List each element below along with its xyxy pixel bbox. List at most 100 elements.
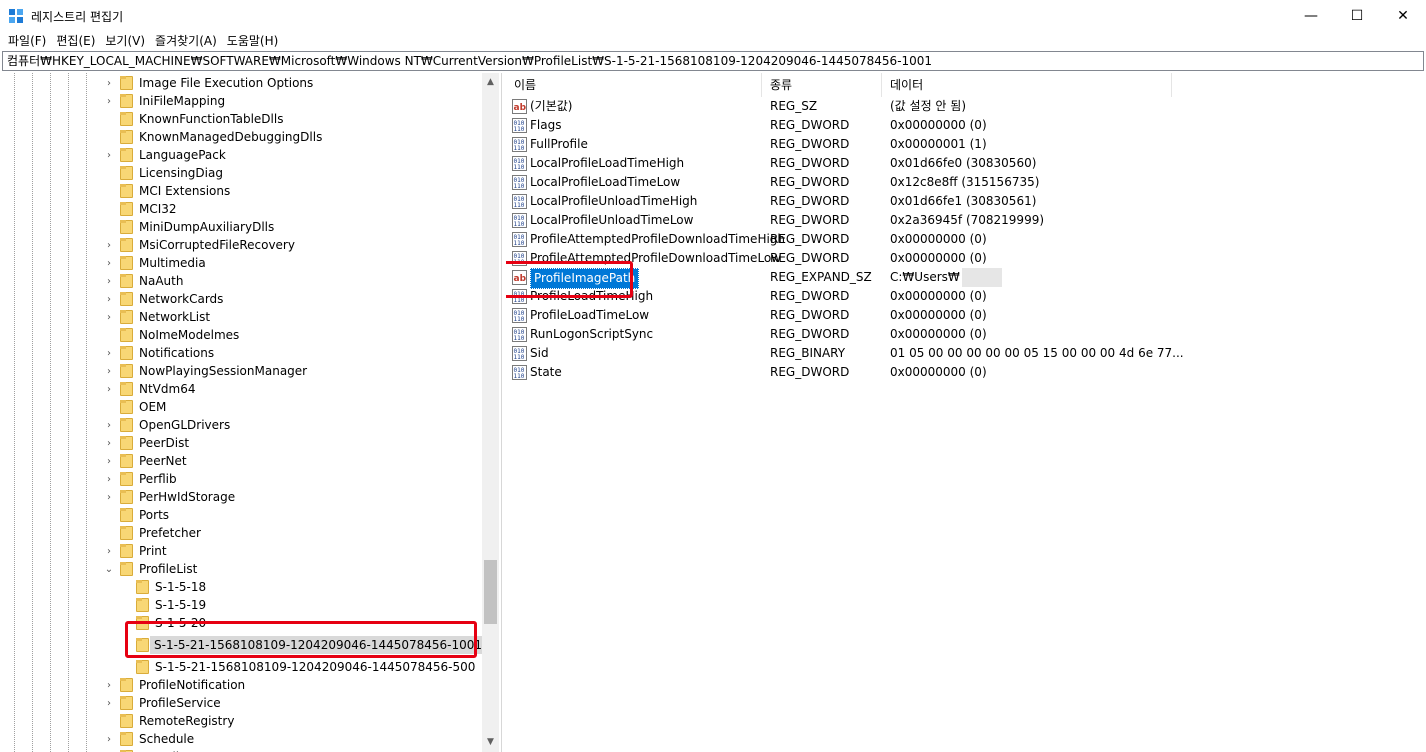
tree-item-label: ProfileNotification (139, 678, 246, 692)
svg-text:110: 110 (514, 373, 525, 380)
tree-item-label: S-1-5-21-1568108109-1204209046-144507845… (150, 636, 487, 654)
value-row[interactable]: 010 110 RunLogonScriptSync REG_DWORD 0x00000… (506, 325, 1426, 344)
expand-arrow-icon[interactable]: › (104, 290, 114, 308)
expand-arrow-icon[interactable]: › (104, 470, 114, 488)
address-bar[interactable]: 컴퓨터₩HKEY_LOCAL_MACHINE₩SOFTWARE₩Microsof… (2, 51, 1424, 71)
tree-item[interactable]: NoImeModelmes (0, 326, 480, 344)
expand-arrow-icon[interactable]: › (104, 488, 114, 506)
tree-item[interactable]: › NetworkCards (0, 290, 480, 308)
tree-item[interactable]: › MsiCorruptedFileRecovery (0, 236, 480, 254)
expand-arrow-icon[interactable]: › (104, 362, 114, 380)
tree-item[interactable]: › Perflib (0, 470, 480, 488)
tree-item[interactable]: › LanguagePack (0, 146, 480, 164)
tree-item-label: NtVdm64 (139, 382, 196, 396)
scroll-thumb[interactable] (484, 560, 497, 624)
tree-item[interactable]: › PerHwIdStorage (0, 488, 480, 506)
tree-item[interactable]: MCI Extensions (0, 182, 480, 200)
expand-arrow-icon[interactable]: › (104, 254, 114, 272)
tree-item[interactable]: › PeerNet (0, 452, 480, 470)
tree-item-label: LicensingDiag (139, 166, 223, 180)
folder-icon (120, 544, 133, 558)
tree-item[interactable]: Prefetcher (0, 524, 480, 542)
value-row[interactable]: 010 110 LocalProfileUnloadTimeHigh REG_DWOR… (506, 192, 1426, 211)
tree-vertical-scrollbar[interactable]: ▲ ▼ (482, 73, 499, 752)
tree-item[interactable]: S-1-5-21-1568108109-1204209046-144507845… (0, 636, 487, 654)
tree-item[interactable]: S-1-5-18 (0, 578, 480, 596)
value-row[interactable]: 010 110 LocalProfileLoadTimeHigh REG_DWORD 0… (506, 154, 1426, 173)
expand-arrow-icon[interactable]: › (104, 92, 114, 110)
tree-item[interactable]: › ProfileNotification (0, 676, 480, 694)
tree-item[interactable]: S-1-5-19 (0, 596, 480, 614)
value-row[interactable]: 010 110 State REG_DWORD 0x00000000 (0) (506, 363, 1426, 382)
menu-edit[interactable]: 편집(E) (48, 31, 95, 51)
tree-item[interactable]: › Schedule (0, 730, 480, 748)
tree-item[interactable]: ⌄ ProfileList (0, 560, 480, 578)
tree-item[interactable]: KnownFunctionTableDlls (0, 110, 480, 128)
expand-arrow-icon[interactable]: › (104, 146, 114, 164)
expand-arrow-icon[interactable]: › (104, 452, 114, 470)
column-header-data[interactable]: 데이터 (882, 73, 1172, 97)
maximize-button[interactable]: ☐ (1334, 0, 1380, 31)
minimize-button[interactable]: — (1288, 0, 1334, 31)
menu-help[interactable]: 도움말(H) (219, 31, 279, 51)
value-row[interactable]: 010 110 ProfileLoadTimeHigh REG_DWORD 0x0000… (506, 287, 1426, 306)
expand-arrow-icon[interactable]: › (104, 748, 114, 752)
expand-arrow-icon[interactable]: › (104, 236, 114, 254)
tree-item[interactable]: S-1-5-21-1568108109-1204209046-144507845… (0, 658, 480, 676)
expand-arrow-icon[interactable]: › (104, 416, 114, 434)
scroll-up-arrow-icon[interactable]: ▲ (482, 73, 499, 90)
value-data-text: 0x2a36945f (708219999) (890, 213, 1045, 227)
tree-item[interactable]: › Print (0, 542, 480, 560)
tree-item[interactable]: › PeerDist (0, 434, 480, 452)
tree-item[interactable]: KnownManagedDebuggingDlls (0, 128, 480, 146)
tree-item[interactable]: Ports (0, 506, 480, 524)
tree-item[interactable]: › SecEdit (0, 748, 480, 752)
menu-view[interactable]: 보기(V) (97, 31, 145, 51)
tree-item[interactable]: › OpenGLDrivers (0, 416, 480, 434)
tree-item[interactable]: › Multimedia (0, 254, 480, 272)
expand-arrow-icon[interactable]: › (104, 694, 114, 712)
tree-item[interactable]: MiniDumpAuxiliaryDlls (0, 218, 480, 236)
tree-item[interactable]: › NetworkList (0, 308, 480, 326)
expand-arrow-icon[interactable]: › (104, 730, 114, 748)
value-row[interactable]: ab ProfileImagePath REG_EXPAND_SZ C:₩Users₩ (506, 268, 1426, 289)
tree-item[interactable]: › ProfileService (0, 694, 480, 712)
expand-arrow-icon[interactable]: › (104, 344, 114, 362)
value-row[interactable]: 010 110 ProfileAttemptedProfileDownloadTim… (506, 230, 1426, 249)
expand-arrow-icon[interactable]: › (104, 434, 114, 452)
tree-item[interactable]: › IniFileMapping (0, 92, 480, 110)
tree-item[interactable]: › NowPlayingSessionManager (0, 362, 480, 380)
value-row[interactable]: 010 110 ProfileLoadTimeLow REG_DWORD 0x00000… (506, 306, 1426, 325)
expand-arrow-icon[interactable]: › (104, 380, 114, 398)
column-header-type[interactable]: 종류 (762, 73, 882, 97)
tree-item[interactable]: MCI32 (0, 200, 480, 218)
binary-value-icon: 010110 (512, 194, 527, 209)
column-header-name[interactable]: 이름 (506, 73, 762, 97)
value-row[interactable]: 010 110 FullProfile REG_DWORD 0x00000001 (1) (506, 135, 1426, 154)
menu-favorites[interactable]: 즐겨찾기(A) (147, 31, 217, 51)
expand-arrow-icon[interactable]: › (104, 308, 114, 326)
tree-item[interactable]: OEM (0, 398, 480, 416)
value-row[interactable]: 010 110 LocalProfileLoadTimeLow REG_DWORD 0x… (506, 173, 1426, 192)
close-button[interactable]: ✕ (1380, 0, 1426, 31)
value-row[interactable]: 010 110 Flags REG_DWORD 0x00000000 (0) (506, 116, 1426, 135)
expand-arrow-icon[interactable]: › (104, 676, 114, 694)
expand-arrow-icon[interactable]: › (104, 74, 114, 92)
expand-arrow-icon[interactable]: › (104, 272, 114, 290)
value-row[interactable]: ab (기본값) REG_SZ (값 설정 안 됨) (506, 97, 1426, 116)
expand-arrow-icon[interactable]: › (104, 542, 114, 560)
tree-item[interactable]: S-1-5-20 (0, 614, 480, 632)
menu-file[interactable]: 파일(F) (0, 31, 46, 51)
scroll-down-arrow-icon[interactable]: ▼ (482, 733, 499, 750)
tree-item[interactable]: RemoteRegistry (0, 712, 480, 730)
value-row[interactable]: 010 110 ProfileAttemptedProfileDownloadTim… (506, 249, 1426, 268)
collapse-arrow-icon[interactable]: ⌄ (104, 560, 114, 578)
tree-item[interactable]: › Notifications (0, 344, 480, 362)
tree-item-label: S-1-5-19 (155, 598, 207, 612)
value-row[interactable]: 010 110 Sid REG_BINARY 01 05 00 00 00 00 00 … (506, 344, 1426, 363)
tree-item[interactable]: LicensingDiag (0, 164, 480, 182)
value-row[interactable]: 010 110 LocalProfileUnloadTimeLow REG_DWORD… (506, 211, 1426, 230)
tree-item[interactable]: › Image File Execution Options (0, 74, 480, 92)
tree-item[interactable]: › NaAuth (0, 272, 480, 290)
tree-item[interactable]: › NtVdm64 (0, 380, 480, 398)
